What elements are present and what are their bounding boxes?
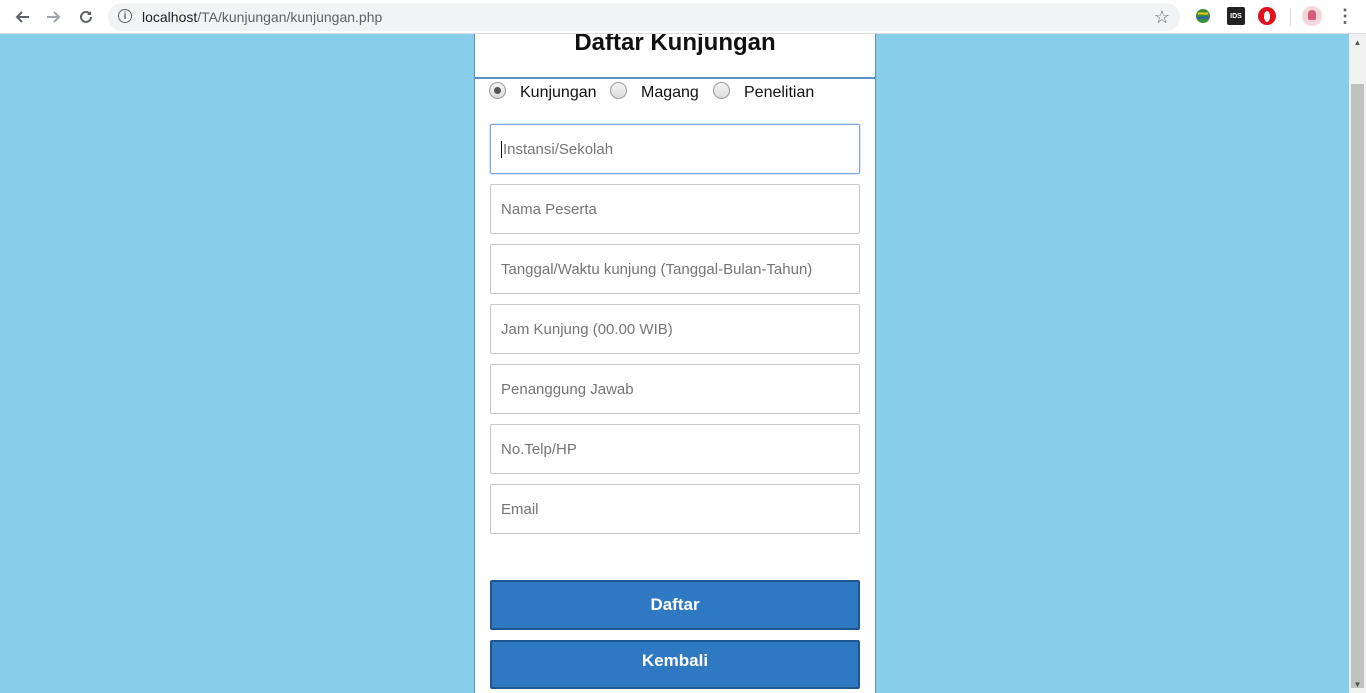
scroll-up-arrow-icon[interactable]: ▲ <box>1349 34 1366 51</box>
toolbar-separator <box>1290 8 1291 26</box>
address-bar[interactable]: i localhost/TA/kunjungan/kunjungan.php ☆ <box>108 3 1180 31</box>
registration-panel: Daftar Kunjungan Kunjungan Magang Peneli… <box>474 34 876 693</box>
radio-label: Penelitian <box>744 84 815 101</box>
globe-extension-icon[interactable] <box>1194 7 1212 25</box>
daftar-button[interactable]: Daftar <box>490 580 860 630</box>
page-title: Daftar Kunjungan <box>574 34 776 56</box>
email-input[interactable]: Email <box>490 484 860 534</box>
jam-kunjung-input[interactable]: Jam Kunjung (00.00 WIB) <box>490 304 860 354</box>
radio-magang[interactable]: Magang <box>610 81 699 102</box>
star-icon[interactable]: ☆ <box>1154 7 1170 28</box>
forward-arrow-icon[interactable] <box>43 6 65 28</box>
radio-button[interactable] <box>713 81 730 99</box>
back-arrow-icon[interactable] <box>11 6 33 28</box>
radio-label: Kunjungan <box>520 84 597 101</box>
tanggal-kunjung-input[interactable]: Tanggal/Waktu kunjung (Tanggal-Bulan-Tah… <box>490 244 860 294</box>
radio-kunjungan[interactable]: Kunjungan <box>489 81 597 102</box>
email-placeholder: Email <box>501 500 539 518</box>
info-icon[interactable]: i <box>118 9 132 23</box>
nama-peserta-input[interactable]: Nama Peserta <box>490 184 860 234</box>
opera-icon[interactable] <box>1258 7 1276 25</box>
title-divider <box>475 77 875 79</box>
browser-toolbar: i localhost/TA/kunjungan/kunjungan.php ☆… <box>0 0 1366 34</box>
ids-extension-icon[interactable]: IDS <box>1227 7 1245 25</box>
phone-input[interactable]: No.Telp/HP <box>490 424 860 474</box>
penanggung-jawab-placeholder: Penanggung Jawab <box>501 380 634 398</box>
nama-peserta-placeholder: Nama Peserta <box>501 200 597 218</box>
radio-button-checked[interactable] <box>489 81 506 99</box>
avatar[interactable] <box>1302 6 1322 26</box>
radio-penelitian[interactable]: Penelitian <box>713 81 815 102</box>
jam-kunjung-placeholder: Jam Kunjung (00.00 WIB) <box>501 320 673 338</box>
phone-placeholder: No.Telp/HP <box>501 440 577 458</box>
reload-icon[interactable] <box>75 6 97 28</box>
text-caret <box>501 140 502 158</box>
menu-icon[interactable]: ⋮ <box>1336 7 1354 27</box>
radio-button[interactable] <box>610 81 627 99</box>
url-text: localhost/TA/kunjungan/kunjungan.php <box>142 9 383 25</box>
scrollbar-thumb[interactable] <box>1351 84 1364 688</box>
page-scrollbar[interactable]: ▲ ▼ <box>1349 34 1366 693</box>
radio-label: Magang <box>641 84 699 101</box>
tanggal-kunjung-placeholder: Tanggal/Waktu kunjung (Tanggal-Bulan-Tah… <box>501 260 813 278</box>
instansi-placeholder: Instansi/Sekolah <box>503 140 614 158</box>
penanggung-jawab-input[interactable]: Penanggung Jawab <box>490 364 860 414</box>
kembali-button[interactable]: Kembali <box>490 640 860 689</box>
instansi-input[interactable]: Instansi/Sekolah <box>490 124 860 174</box>
scroll-down-arrow-icon[interactable]: ▼ <box>1349 676 1366 693</box>
